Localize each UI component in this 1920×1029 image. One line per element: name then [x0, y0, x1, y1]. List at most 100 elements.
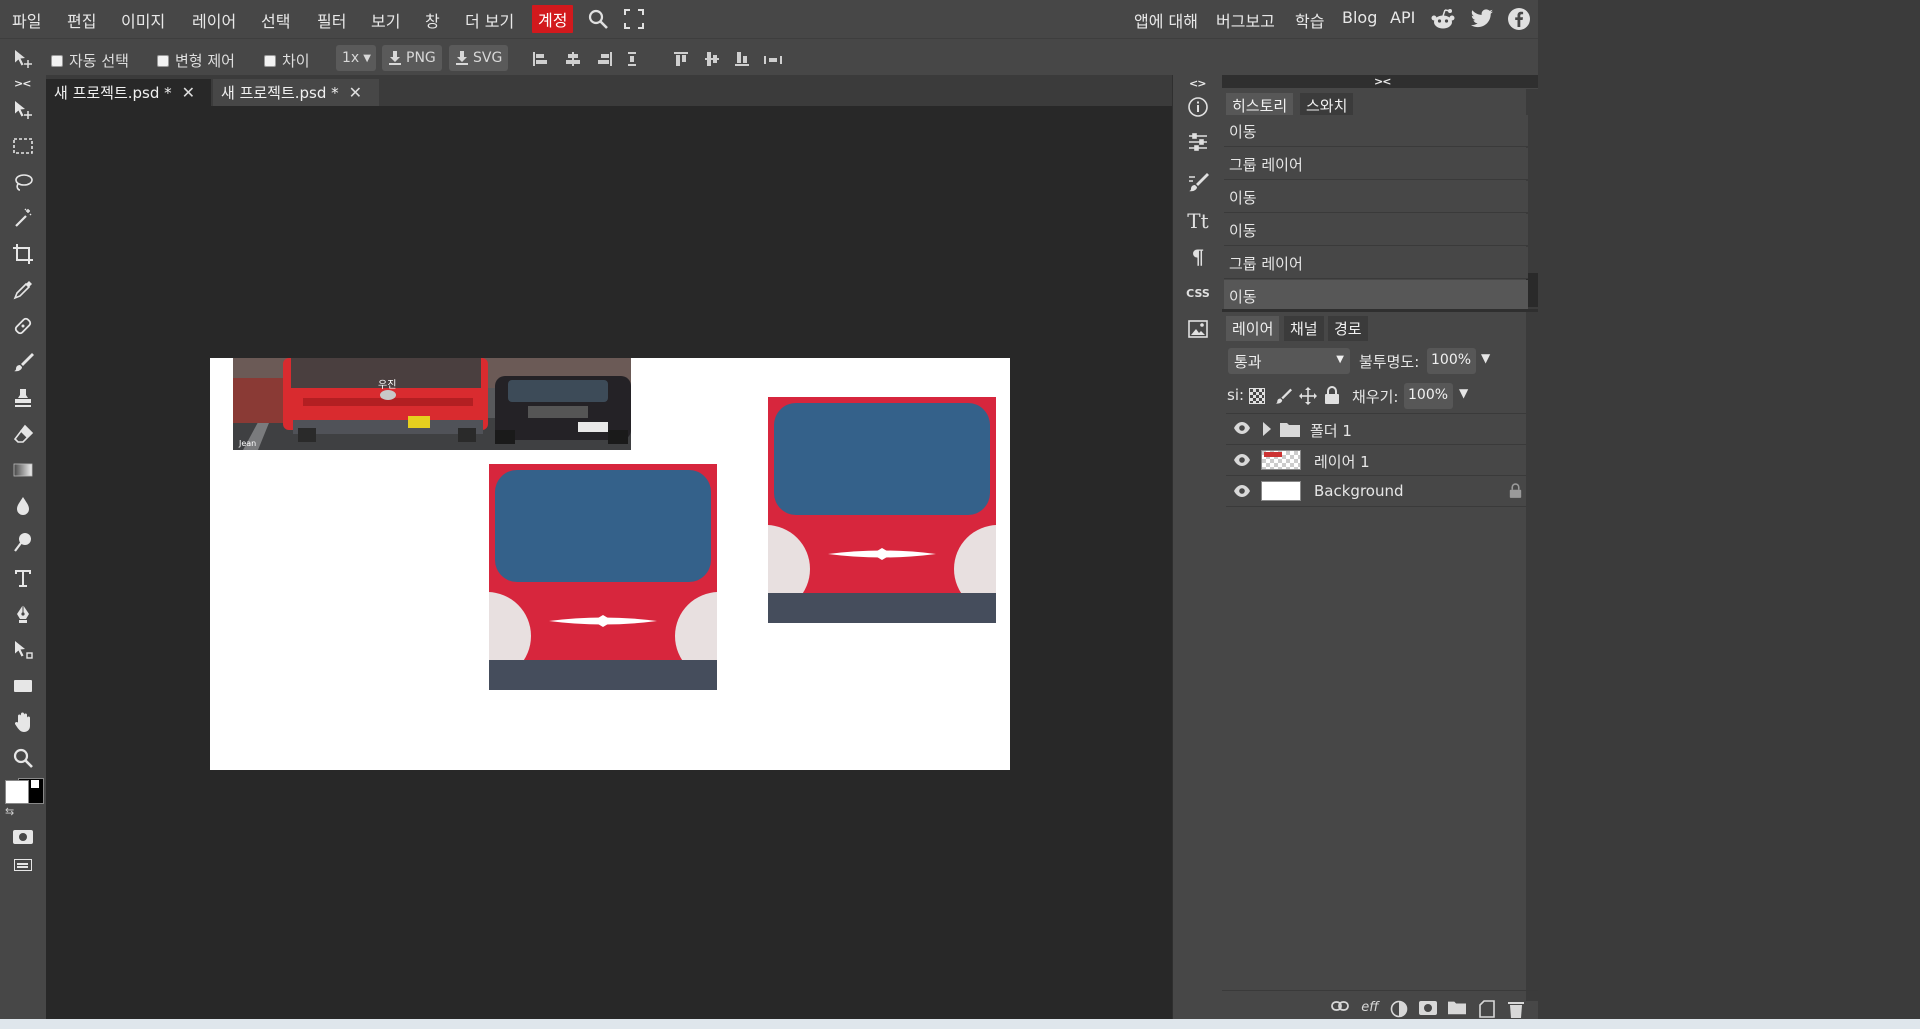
- export-svg-button[interactable]: SVG: [449, 45, 509, 71]
- menu-window[interactable]: 창: [425, 8, 440, 32]
- link-learn[interactable]: 학습: [1295, 8, 1324, 32]
- distance-checkbox[interactable]: 차이: [264, 50, 310, 71]
- twitter-icon[interactable]: [1470, 9, 1494, 29]
- fill-input[interactable]: 100%: [1404, 383, 1453, 409]
- menu-view[interactable]: 보기: [371, 8, 400, 32]
- hand-tool-icon[interactable]: [10, 709, 36, 735]
- paragraph-icon[interactable]: ¶: [1186, 245, 1210, 269]
- pen-tool-icon[interactable]: [10, 601, 36, 627]
- visibility-eye-icon[interactable]: [1233, 453, 1251, 467]
- visibility-eye-icon[interactable]: [1233, 421, 1251, 435]
- move-tool-icon[interactable]: [10, 97, 36, 123]
- foreground-color-swatch[interactable]: [5, 780, 29, 804]
- expand-panels-icon[interactable]: <>: [1189, 77, 1206, 90]
- history-item[interactable]: 그룹 레이어: [1224, 148, 1528, 180]
- path-select-tool-icon[interactable]: [10, 637, 36, 663]
- new-folder-icon[interactable]: [1448, 1000, 1466, 1018]
- link-api[interactable]: API: [1390, 8, 1415, 27]
- close-icon[interactable]: ✕: [182, 83, 195, 102]
- lasso-tool-icon[interactable]: [10, 169, 36, 195]
- stamp-tool-icon[interactable]: [10, 385, 36, 411]
- lock-transparency-icon[interactable]: [1249, 388, 1265, 404]
- layer-row[interactable]: 레이어 1: [1226, 445, 1526, 476]
- blur-tool-icon[interactable]: [10, 493, 36, 519]
- distribute-horizontal-icon[interactable]: [628, 52, 642, 66]
- fill-dropdown-icon[interactable]: ▼: [1459, 386, 1468, 400]
- facebook-icon[interactable]: [1507, 7, 1531, 31]
- magic-wand-tool-icon[interactable]: [10, 205, 36, 231]
- opacity-dropdown-icon[interactable]: ▼: [1481, 351, 1490, 365]
- tab-channels[interactable]: 채널: [1284, 316, 1324, 341]
- distribute-vertical-icon[interactable]: [764, 52, 784, 66]
- link-bug-report[interactable]: 버그보고: [1216, 8, 1275, 32]
- search-icon[interactable]: [587, 8, 609, 30]
- blend-mode-select[interactable]: 통과 ▼: [1228, 348, 1350, 374]
- tab-document-1[interactable]: 새 프로젝트.psd * ✕: [46, 79, 211, 106]
- layer-effects-button[interactable]: eff: [1361, 1000, 1379, 1018]
- image-icon[interactable]: [1186, 320, 1210, 344]
- transform-controls-checkbox[interactable]: 변형 제어: [157, 50, 235, 71]
- menu-image[interactable]: 이미지: [121, 8, 165, 32]
- text-tool-icon[interactable]: [10, 565, 36, 591]
- adjustments-icon[interactable]: [1186, 131, 1210, 155]
- lock-all-icon[interactable]: [1324, 386, 1340, 404]
- delete-layer-icon[interactable]: [1507, 1000, 1525, 1018]
- align-right-icon[interactable]: [598, 52, 612, 66]
- collapse-right-panel-icon[interactable]: ><: [1374, 75, 1391, 88]
- expand-folder-icon[interactable]: [1262, 422, 1272, 436]
- brush-tool-icon[interactable]: [10, 349, 36, 375]
- tab-paths[interactable]: 경로: [1328, 316, 1368, 341]
- lock-position-icon[interactable]: [1299, 387, 1317, 405]
- menu-edit[interactable]: 편집: [67, 8, 96, 32]
- scale-select[interactable]: 1x ▼: [336, 45, 376, 71]
- fullscreen-icon[interactable]: [624, 9, 644, 29]
- crop-tool-icon[interactable]: [10, 241, 36, 267]
- menu-file[interactable]: 파일: [12, 8, 41, 32]
- link-blog[interactable]: Blog: [1342, 8, 1377, 27]
- lock-pixels-icon[interactable]: [1274, 387, 1292, 405]
- align-middle-icon[interactable]: [705, 52, 719, 66]
- menu-layer[interactable]: 레이어: [192, 8, 236, 32]
- gradient-tool-icon[interactable]: [10, 457, 36, 483]
- history-item[interactable]: 그룹 레이어: [1224, 247, 1528, 279]
- screen-mode-icon[interactable]: [14, 859, 32, 871]
- collapse-toolbar-icon[interactable]: ><: [14, 77, 31, 90]
- history-item[interactable]: 이동: [1224, 181, 1528, 213]
- canvas[interactable]: 우진 Jean: [210, 358, 1010, 770]
- default-colors-icon[interactable]: [30, 779, 40, 789]
- layer-row-background[interactable]: Background: [1226, 476, 1526, 507]
- menu-account[interactable]: 계정: [532, 5, 574, 33]
- tab-layers[interactable]: 레이어: [1226, 316, 1280, 341]
- swap-colors-icon[interactable]: ⇆: [5, 805, 14, 818]
- export-png-button[interactable]: PNG: [382, 45, 442, 71]
- history-item-selected[interactable]: 이동: [1224, 280, 1528, 312]
- link-about[interactable]: 앱에 대해: [1134, 8, 1198, 32]
- info-icon[interactable]: [1186, 96, 1210, 120]
- align-center-icon[interactable]: [566, 52, 580, 66]
- reddit-icon[interactable]: [1431, 8, 1455, 30]
- brush-settings-icon[interactable]: [1186, 171, 1210, 195]
- history-item[interactable]: 이동: [1224, 214, 1528, 246]
- eraser-tool-icon[interactable]: [10, 421, 36, 447]
- opacity-input[interactable]: 100%: [1427, 348, 1476, 374]
- zoom-tool-icon[interactable]: [10, 745, 36, 771]
- menu-select[interactable]: 선택: [261, 8, 290, 32]
- tab-document-2[interactable]: 새 프로젝트.psd * ✕: [213, 79, 379, 106]
- character-icon[interactable]: Tt: [1186, 209, 1210, 233]
- close-icon[interactable]: ✕: [349, 83, 362, 102]
- rect-select-tool-icon[interactable]: [10, 133, 36, 159]
- dodge-tool-icon[interactable]: [10, 529, 36, 555]
- link-layers-icon[interactable]: [1331, 1000, 1349, 1018]
- eyedropper-tool-icon[interactable]: [10, 277, 36, 303]
- layer-row-folder[interactable]: 폴더 1: [1226, 414, 1526, 445]
- auto-select-checkbox[interactable]: 자동 선택: [51, 50, 129, 71]
- shape-tool-icon[interactable]: [10, 673, 36, 699]
- menu-filter[interactable]: 필터: [317, 8, 346, 32]
- css-icon[interactable]: CSS: [1186, 287, 1210, 311]
- visibility-eye-icon[interactable]: [1233, 484, 1251, 498]
- healing-brush-tool-icon[interactable]: [10, 313, 36, 339]
- align-left-icon[interactable]: [533, 52, 547, 66]
- menu-more[interactable]: 더 보기: [465, 8, 514, 32]
- adjustment-layer-icon[interactable]: [1390, 1000, 1408, 1018]
- history-item[interactable]: 이동: [1224, 115, 1528, 147]
